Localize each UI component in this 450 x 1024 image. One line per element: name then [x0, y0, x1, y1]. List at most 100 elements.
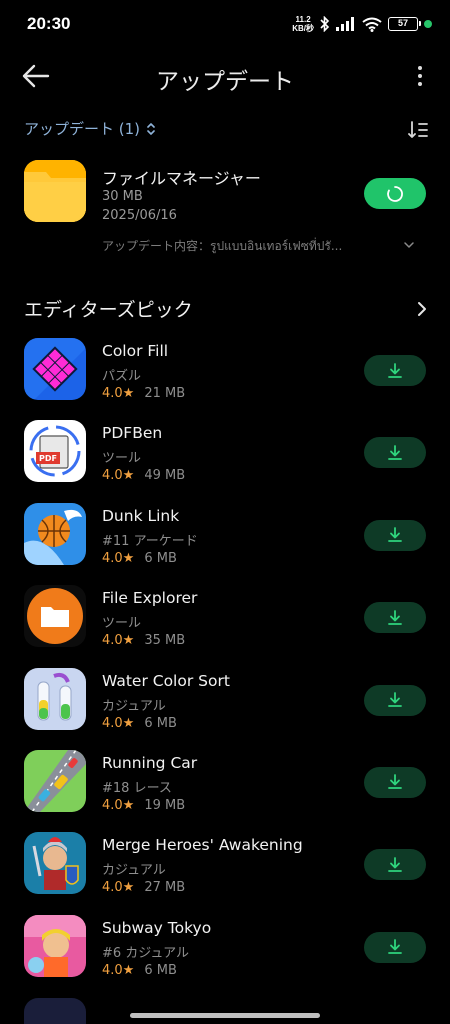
app-size: 49 MB [144, 468, 186, 484]
download-button[interactable] [364, 519, 426, 551]
more-options-button[interactable] [410, 62, 430, 90]
more-dot [418, 74, 422, 78]
app-rating: 4.0★ [102, 550, 135, 566]
list-item[interactable]: Color Fill パズル 4.0★ 21 MB [24, 338, 430, 420]
app-category: カジュアル [102, 698, 166, 714]
app-size: 6 MB [144, 550, 177, 566]
updates-count-label: アップデート (1) [24, 120, 141, 138]
download-icon [388, 774, 402, 790]
more-vertical-icon [418, 66, 422, 70]
download-button[interactable] [364, 437, 426, 469]
update-app-size: 30 MB [102, 189, 143, 204]
app-rating: 4.0★ [102, 962, 135, 978]
app-name: PDFBen [102, 424, 163, 443]
app-rating: 4.0★ [102, 386, 135, 401]
download-icon [388, 692, 402, 707]
editors-picks-header[interactable]: エディターズピック [24, 295, 430, 325]
list-item[interactable]: Water Color Sort カジュアル 4.0★ 6 MB [24, 667, 430, 750]
app-name: Dunk Link [102, 506, 180, 525]
app-meta: 4.0★ 49 MB [102, 468, 185, 483]
app-name: Color Fill [102, 342, 169, 360]
app-category: パズル [102, 369, 142, 384]
app-category: #11 アーケード [102, 533, 198, 549]
app-size: 6 MB [144, 715, 177, 731]
download-button[interactable] [364, 766, 426, 798]
download-button[interactable] [364, 355, 426, 386]
app-meta: 4.0★ 6 MB [102, 963, 177, 978]
updates-section-header: アップデート (1) [24, 118, 430, 142]
app-size: 6 MB [144, 962, 177, 978]
app-category: ツール [102, 616, 142, 632]
download-button[interactable] [364, 684, 426, 716]
home-indicator[interactable] [130, 1013, 320, 1018]
app-meta: 4.0★ 21 MB [102, 386, 185, 401]
sort-button[interactable] [406, 118, 430, 142]
running-car-app-icon [24, 749, 86, 812]
app-rating: 4.0★ [102, 715, 135, 731]
app-name: Water Color Sort [102, 671, 230, 690]
next-app-icon-partial [24, 998, 86, 1024]
app-meta: 4.0★ 6 MB [102, 716, 177, 731]
file-explorer-app-icon [24, 585, 86, 648]
status-time: 20:30 [27, 14, 71, 33]
battery-indicator: 57 [388, 17, 421, 31]
app-category: #18 レース [102, 780, 172, 796]
list-item[interactable]: Dunk Link #11 アーケード 4.0★ 6 MB [24, 502, 430, 585]
app-size: 35 MB [144, 633, 186, 649]
download-button[interactable] [364, 931, 426, 963]
app-name: File Explorer [102, 589, 198, 608]
svg-text:PDF: PDF [39, 454, 57, 463]
wifi-icon [362, 17, 382, 32]
update-notes[interactable]: アップデート内容：รูปแบบอินเทอร์เฟซที่ปรั... [102, 237, 402, 256]
chevron-right-icon[interactable] [414, 298, 430, 320]
download-icon [388, 362, 402, 378]
sort-icon [408, 121, 428, 138]
app-category: #6 カジュアル [102, 945, 189, 961]
download-button[interactable] [364, 602, 426, 634]
download-icon [388, 527, 402, 543]
app-meta: 4.0★ 19 MB [102, 798, 185, 813]
app-meta: 4.0★ 35 MB [102, 633, 185, 648]
list-item[interactable]: Running Car #18 レース 4.0★ 19 MB [24, 749, 430, 832]
chevron-updown-icon [147, 122, 155, 135]
update-app-name: ファイルマネージャー [102, 169, 261, 188]
app-size: 27 MB [144, 880, 186, 896]
update-item[interactable]: ファイルマネージャー 30 MB 2025/06/16 アップデート内容：รูป… [24, 160, 430, 270]
app-category: カジュアル [102, 863, 166, 879]
editors-picks-title: エディターズピック [24, 299, 193, 321]
updates-filter-dropdown[interactable]: アップデート (1) [24, 118, 156, 139]
signal-icon [336, 17, 354, 31]
download-button[interactable] [364, 849, 426, 881]
status-icons: 11.2 KB/秒 57 [292, 14, 432, 34]
app-meta: 4.0★ 6 MB [102, 551, 177, 566]
editors-picks-list: Color Fill パズル 4.0★ 21 MB PDF PDFBen ツール … [24, 338, 430, 997]
download-icon [388, 444, 402, 460]
app-name: Merge Heroes' Awakening [102, 836, 303, 855]
app-category: ツール [102, 451, 142, 467]
list-item[interactable]: File Explorer ツール 4.0★ 35 MB [24, 585, 430, 667]
download-icon [388, 856, 402, 872]
merge-heroes-app-icon [24, 832, 86, 895]
update-progress-button[interactable] [364, 178, 426, 209]
network-speed-unit: KB/秒 [292, 24, 314, 33]
color-fill-app-icon [24, 338, 86, 400]
update-app-date: 2025/06/16 [102, 208, 177, 223]
app-size: 21 MB [144, 386, 186, 401]
download-icon [388, 939, 402, 955]
app-name: Running Car [102, 753, 198, 772]
network-speed: 11.2 KB/秒 [292, 15, 314, 33]
page-title: アップデート [156, 69, 294, 95]
list-item[interactable]: PDF PDFBen ツール 4.0★ 49 MB [24, 420, 430, 502]
chevron-down-icon[interactable] [402, 238, 416, 252]
file-manager-app-icon [24, 160, 86, 222]
dunk-link-app-icon [24, 502, 86, 565]
more-dot [418, 82, 422, 86]
app-size: 19 MB [144, 797, 186, 813]
bluetooth-icon [320, 16, 330, 32]
list-item[interactable]: Merge Heroes' Awakening カジュアル 4.0★ 27 MB [24, 832, 430, 914]
list-item[interactable]: Subway Tokyo #6 カジュアル 4.0★ 6 MB [24, 914, 430, 997]
app-header: アップデート [0, 52, 450, 100]
pdfben-app-icon: PDF [24, 420, 86, 483]
app-name: Subway Tokyo [102, 918, 212, 937]
app-rating: 4.0★ [102, 468, 135, 484]
